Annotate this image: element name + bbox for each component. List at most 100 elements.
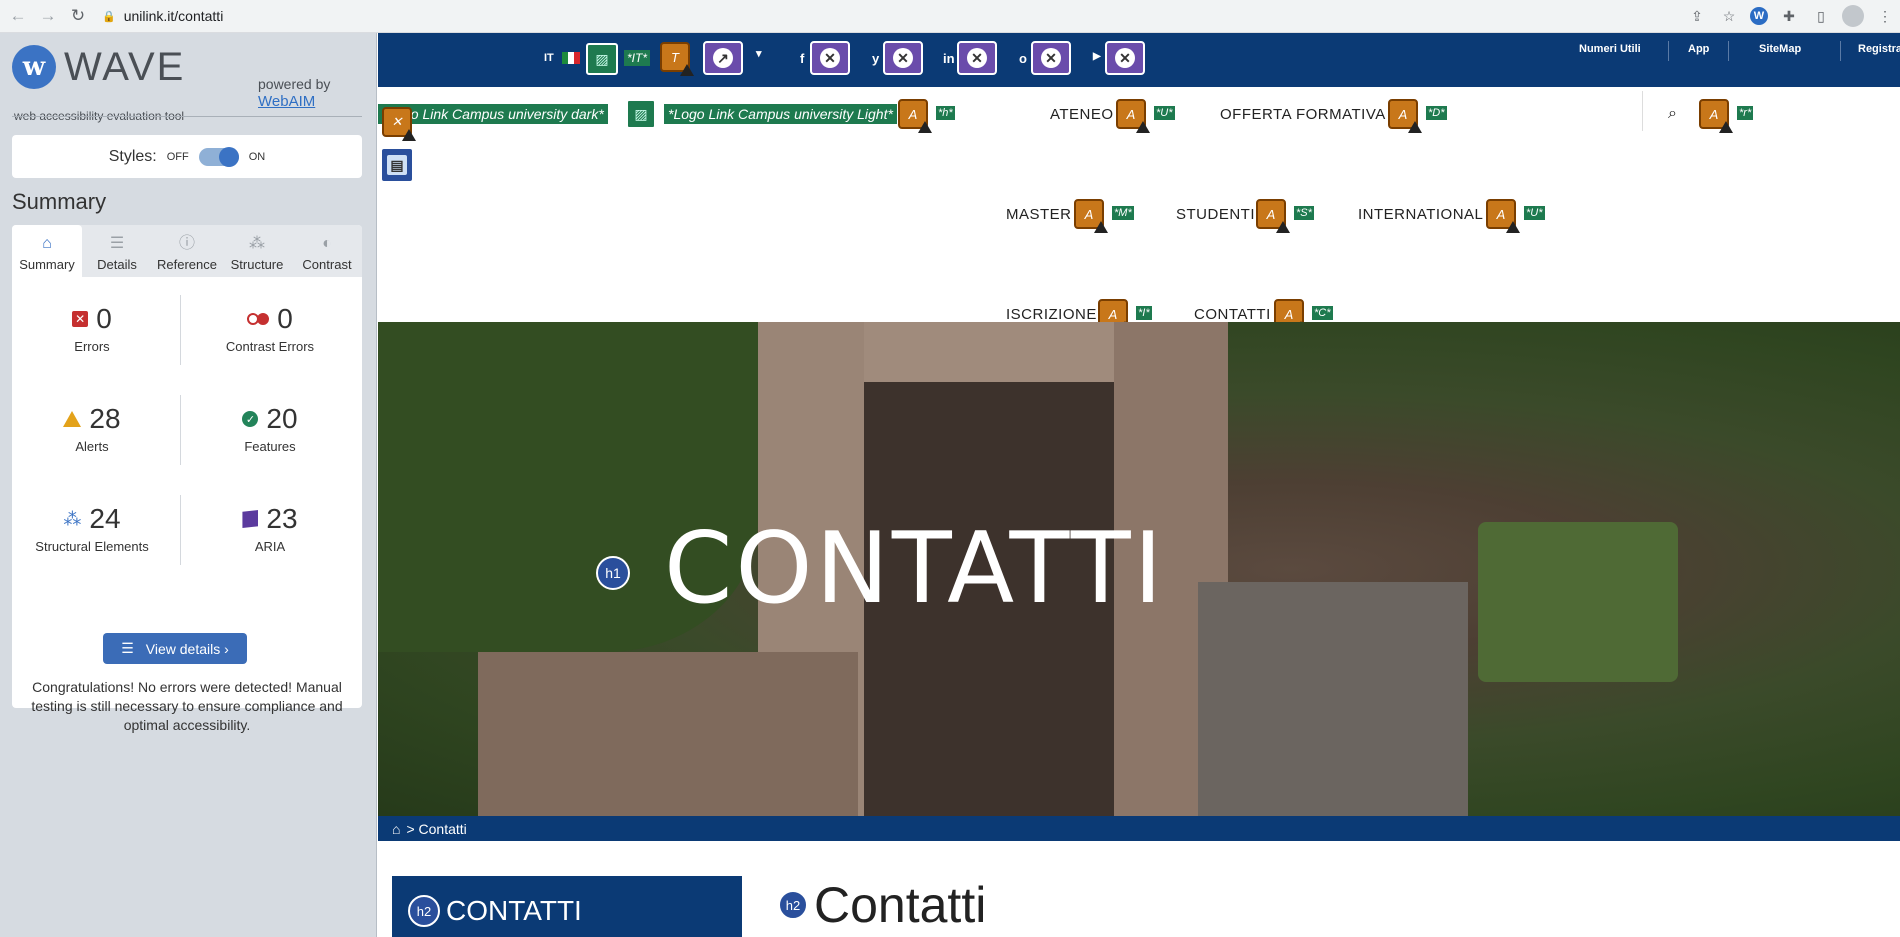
contrast-error-icon — [247, 313, 270, 325]
menu-item-studenti[interactable]: STUDENTI — [1176, 206, 1255, 223]
aria-icon[interactable]: ✕ — [957, 41, 997, 75]
menu-item-contatti[interactable]: CONTATTI — [1194, 306, 1271, 323]
alert-icon[interactable]: A — [1074, 199, 1108, 233]
hero-roof — [864, 322, 1114, 382]
stat-structural[interactable]: ⁂ 24 Structural Elements — [12, 503, 172, 554]
alt-text-badge: *U* — [1154, 106, 1175, 120]
wave-extension-icon[interactable]: W — [1750, 7, 1768, 25]
search-icon[interactable]: ⌕ — [1668, 105, 1677, 123]
alt-text-badge: *IT* — [624, 50, 651, 66]
linkedin-icon[interactable]: in — [943, 51, 955, 66]
styles-on-label: ON — [248, 150, 266, 163]
divider — [180, 295, 181, 365]
italy-flag-icon — [562, 52, 580, 64]
h1-badge-icon[interactable]: h1 — [596, 556, 630, 590]
aria-icon[interactable]: ✕ — [1105, 41, 1145, 75]
image-icon[interactable]: ▨ — [586, 43, 618, 75]
share-icon[interactable]: ⇪ — [1686, 4, 1708, 28]
stat-errors[interactable]: ✕ 0 Errors — [12, 303, 172, 354]
alert-icon[interactable]: A — [1116, 99, 1150, 133]
features-label: Features — [244, 439, 296, 454]
facebook-icon[interactable]: f — [800, 51, 804, 66]
back-icon[interactable]: ← — [6, 4, 30, 28]
webaim-link[interactable]: WebAIM — [258, 93, 330, 111]
wave-title: WAVE — [64, 45, 186, 89]
numeri-utili-link[interactable]: Numeri Utili — [1579, 43, 1641, 55]
side-heading: CONTATTI — [446, 895, 582, 926]
hero-image: h1 CONTATTI — [378, 322, 1900, 816]
aria-icon[interactable]: ✕ — [883, 41, 923, 75]
alert-icon[interactable]: A — [898, 99, 932, 133]
view-details-button[interactable]: ☰ View details › — [103, 633, 247, 664]
breadcrumb: ⌂ > Contatti — [378, 816, 1900, 841]
stat-aria[interactable]: 23 ARIA — [190, 503, 350, 554]
menu-item-international[interactable]: INTERNATIONAL — [1358, 206, 1483, 223]
aria-icon[interactable]: ✕ — [810, 41, 850, 75]
contrast-icon: ◐ — [322, 235, 332, 252]
language-label[interactable]: IT — [544, 52, 554, 64]
forward-icon[interactable]: → — [36, 4, 60, 28]
aria-icon[interactable]: ↗ — [703, 41, 743, 75]
page-viewport: IT ▨ *IT* T ↗ ▾ f ✕ y ✕ in ✕ o ✕ ▶ ✕ Num… — [378, 33, 1900, 937]
menu-item-iscrizione[interactable]: ISCRIZIONE — [1006, 306, 1097, 323]
menu-item-ateneo[interactable]: ATENEO — [1050, 106, 1114, 123]
app-link[interactable]: App — [1688, 43, 1709, 55]
twitter-icon[interactable]: y — [872, 51, 879, 66]
sidepanel-icon[interactable]: ▯ — [1810, 4, 1832, 28]
alert-icon[interactable]: A — [1256, 199, 1290, 233]
view-details-label: View details › — [145, 640, 229, 657]
extensions-icon[interactable]: ✚ — [1778, 4, 1800, 28]
breadcrumb-current: > Contatti — [406, 820, 467, 837]
star-icon[interactable]: ☆ — [1718, 4, 1740, 28]
wave-logo-icon: w — [12, 45, 56, 89]
browser-toolbar: ← → ↻ 🔒 unilink.it/contatti ⇪ ☆ W ✚ ▯ ⋮ — [0, 0, 1900, 33]
menu-item-offerta-formativa[interactable]: OFFERTA FORMATIVA — [1220, 106, 1386, 123]
divider — [180, 395, 181, 465]
structure-icon[interactable]: ▤ — [380, 147, 414, 183]
list-icon: ☰ — [109, 235, 125, 252]
info-icon: ⓘ — [178, 235, 195, 252]
lock-icon: 🔒 — [102, 10, 116, 23]
tab-summary[interactable]: ⌂ Summary — [12, 225, 82, 277]
divider — [12, 116, 362, 117]
features-count: 20 — [266, 403, 298, 434]
page-title: CONTATTI — [664, 512, 1166, 626]
menu-item-master[interactable]: MASTER — [1006, 206, 1072, 223]
divider — [1840, 41, 1841, 61]
reload-icon[interactable]: ↻ — [66, 4, 90, 28]
menu-icon[interactable]: ⋮ — [1874, 4, 1896, 28]
sitemap-link[interactable]: SiteMap — [1759, 43, 1801, 55]
home-icon: ⌂ — [42, 235, 52, 252]
tab-structure[interactable]: ⁂ Structure — [222, 225, 292, 277]
side-heading-box: h2 CONTATTI — [392, 876, 742, 937]
alert-icon[interactable]: A — [1388, 99, 1422, 133]
site-topbar: IT ▨ *IT* T ↗ ▾ f ✕ y ✕ in ✕ o ✕ ▶ ✕ Num… — [378, 33, 1900, 87]
alert-icon[interactable]: ✕ — [382, 107, 416, 141]
alert-icon[interactable]: T — [660, 42, 694, 76]
stat-contrast-errors[interactable]: 0 Contrast Errors — [190, 303, 350, 354]
aria-count: 23 — [266, 503, 298, 534]
instagram-icon[interactable]: o — [1019, 51, 1027, 66]
tab-reference[interactable]: ⓘ Reference — [152, 225, 222, 277]
profile-avatar[interactable] — [1842, 5, 1864, 27]
tab-label: Contrast — [302, 257, 352, 272]
styles-toggle[interactable] — [198, 146, 239, 167]
stat-features[interactable]: ✓ 20 Features — [190, 403, 350, 454]
alert-icon — [63, 411, 82, 427]
alert-icon[interactable]: A — [1486, 199, 1520, 233]
registrati-link[interactable]: Registrati — [1858, 43, 1900, 55]
tab-label: Structure — [230, 257, 284, 272]
address-bar[interactable]: 🔒 unilink.it/contatti — [102, 8, 223, 24]
image-icon[interactable]: ▨ — [626, 99, 656, 129]
tab-contrast[interactable]: ◐ Contrast — [292, 225, 362, 277]
youtube-icon[interactable]: ▶ — [1093, 51, 1101, 62]
tab-details[interactable]: ☰ Details — [82, 225, 152, 277]
aria-icon[interactable]: ✕ — [1031, 41, 1071, 75]
home-icon[interactable]: ⌂ — [392, 821, 400, 837]
h2-badge-icon[interactable]: h2 — [778, 890, 808, 920]
h2-badge-icon[interactable]: h2 — [408, 895, 440, 927]
aria-icon — [242, 510, 259, 528]
stat-alerts[interactable]: 28 Alerts — [12, 403, 172, 454]
alert-icon[interactable]: A — [1699, 99, 1733, 133]
alt-text-badge: *U* — [1524, 206, 1545, 220]
